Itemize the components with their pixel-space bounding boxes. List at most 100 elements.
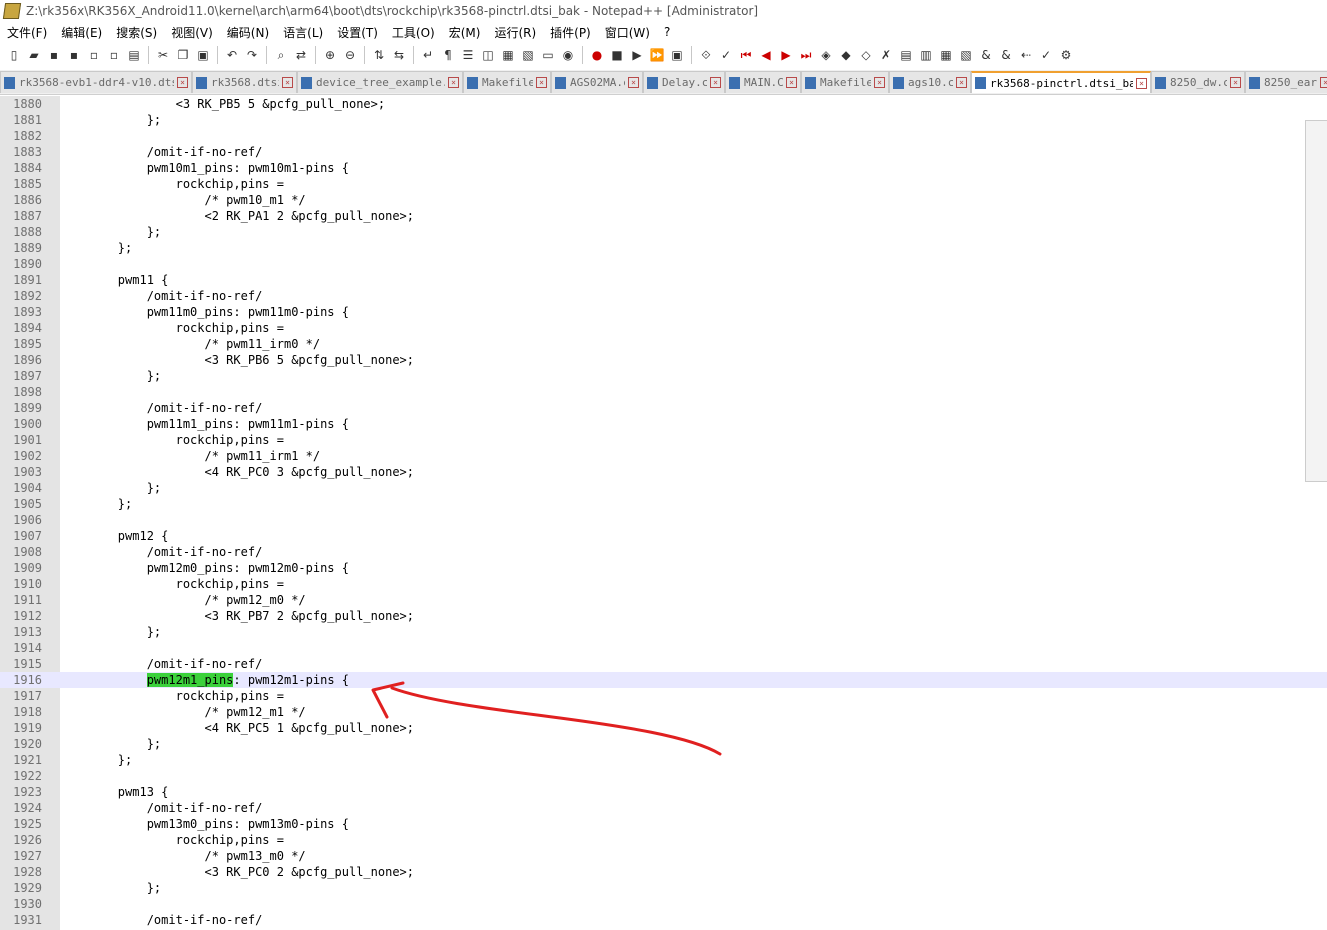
monitor-icon[interactable]: ◉ (560, 47, 576, 63)
tab-close-icon[interactable]: × (1136, 77, 1147, 89)
menu-item[interactable]: 搜索(S) (109, 24, 164, 41)
run-macro-multiple-icon[interactable]: ⏩ (649, 47, 665, 63)
plugin-icon-4[interactable]: ✗ (878, 47, 894, 63)
ampersand-icon[interactable]: & (978, 47, 994, 63)
toolbar-separator (266, 46, 267, 64)
new-file-icon[interactable]: ▯ (6, 47, 22, 63)
code-text: pwm12m0_pins: pwm12m0-pins { (60, 561, 349, 575)
tab-close-icon[interactable]: × (448, 77, 459, 88)
tab[interactable]: Makefile × (801, 71, 889, 93)
language-icon[interactable]: ◫ (480, 47, 496, 63)
code-line: 1914 (0, 640, 1327, 656)
settings-icon[interactable]: ⚙ (1058, 47, 1074, 63)
record-macro-icon[interactable]: ● (589, 47, 605, 63)
tab-close-icon[interactable]: × (1320, 77, 1327, 88)
tab-close-icon[interactable]: × (786, 77, 797, 88)
ampersand-strike-icon[interactable]: & (998, 47, 1014, 63)
window-title: Z:\rk356x\RK356X_Android11.0\kernel\arch… (26, 4, 759, 18)
sync-horizontal-icon[interactable]: ⇆ (391, 47, 407, 63)
save-all-icon[interactable]: ▪ (66, 47, 82, 63)
arrow-left-icon[interactable]: ⇠ (1018, 47, 1034, 63)
menu-item[interactable]: 宏(M) (442, 24, 488, 41)
print-icon[interactable]: ▤ (126, 47, 142, 63)
compare-icon[interactable]: ⟐ (698, 47, 714, 63)
editor[interactable]: 1880 <3 RK_PB5 5 &pcfg_pull_none>; 1881 }… (0, 96, 1327, 930)
replace-icon[interactable]: ⇄ (293, 47, 309, 63)
tab-label: rk3568-pinctrl.dtsi_bak (990, 76, 1133, 90)
tab-close-icon[interactable]: × (282, 77, 293, 88)
plugin-icon-2[interactable]: ◆ (838, 47, 854, 63)
open-file-icon[interactable]: ▰ (26, 47, 42, 63)
tab[interactable]: 8250_dw.c × (1151, 71, 1245, 93)
tab[interactable]: rk3568.dtsi × (192, 71, 297, 93)
indent-guide-icon[interactable]: ☰ (460, 47, 476, 63)
zoom-in-icon[interactable]: ⊕ (322, 47, 338, 63)
save-icon[interactable]: ▪ (46, 47, 62, 63)
close-icon[interactable]: ▫ (86, 47, 102, 63)
tab-close-icon[interactable]: × (177, 77, 188, 88)
menu-item[interactable]: 插件(P) (543, 24, 598, 41)
tab[interactable]: device_tree_example.c × (297, 71, 463, 93)
tab[interactable]: MAIN.C × (725, 71, 801, 93)
plugin-icon-6[interactable]: ▥ (918, 47, 934, 63)
code-text: <3 RK_PB6 5 &pcfg_pull_none>; (60, 353, 415, 367)
tab-close-icon[interactable]: × (628, 77, 639, 88)
next-diff-icon[interactable]: ▶ (778, 47, 794, 63)
tab-close-icon[interactable]: × (956, 77, 967, 88)
folder-workspace-icon[interactable]: ▭ (540, 47, 556, 63)
close-all-icon[interactable]: ▫ (106, 47, 122, 63)
last-diff-icon[interactable]: ⏭ (798, 47, 814, 63)
check-arrow-icon[interactable]: ✓ (1038, 47, 1054, 63)
menu-item[interactable]: 编码(N) (220, 24, 276, 41)
plugin-icon-5[interactable]: ▤ (898, 47, 914, 63)
menu-item[interactable]: ? (657, 25, 677, 39)
redo-icon[interactable]: ↷ (244, 47, 260, 63)
tab[interactable]: Delay.c × (643, 71, 725, 93)
code-line: 1915 /omit-if-no-ref/ (0, 656, 1327, 672)
tab-active[interactable]: rk3568-pinctrl.dtsi_bak × (971, 71, 1151, 93)
tab[interactable]: ags10.c × (889, 71, 971, 93)
tab-close-icon[interactable]: × (1230, 77, 1241, 88)
word-wrap-icon[interactable]: ↵ (420, 47, 436, 63)
undo-icon[interactable]: ↶ (224, 47, 240, 63)
cut-icon[interactable]: ✂ (155, 47, 171, 63)
play-macro-icon[interactable]: ▶ (629, 47, 645, 63)
show-all-chars-icon[interactable]: ¶ (440, 47, 456, 63)
sync-vertical-icon[interactable]: ⇅ (371, 47, 387, 63)
menu-item[interactable]: 视图(V) (164, 24, 220, 41)
tab[interactable]: 8250_early× (1245, 71, 1327, 93)
plugin-icon-7[interactable]: ▦ (938, 47, 954, 63)
plugin-icon-3[interactable]: ◇ (858, 47, 874, 63)
paste-icon[interactable]: ▣ (195, 47, 211, 63)
tab-close-icon[interactable]: × (710, 77, 721, 88)
function-list-icon[interactable]: ▧ (520, 47, 536, 63)
save-macro-icon[interactable]: ▣ (669, 47, 685, 63)
stop-macro-icon[interactable]: ■ (609, 47, 625, 63)
line-number: 1907 (13, 529, 42, 543)
tab[interactable]: AGS02MA.c × (551, 71, 643, 93)
menu-item[interactable]: 语言(L) (276, 24, 330, 41)
doc-map-icon[interactable]: ▦ (500, 47, 516, 63)
code-line: 1908 /omit-if-no-ref/ (0, 544, 1327, 560)
plugin-icon-1[interactable]: ◈ (818, 47, 834, 63)
menu-item[interactable]: 编辑(E) (54, 24, 109, 41)
menu-item[interactable]: 工具(O) (385, 24, 442, 41)
tab[interactable]: Makefile × (463, 71, 551, 93)
menu-item[interactable]: 窗口(W) (598, 24, 657, 41)
menu-item[interactable]: 设置(T) (330, 24, 385, 41)
first-diff-icon[interactable]: ⏮ (738, 47, 754, 63)
check-icon[interactable]: ✓ (718, 47, 734, 63)
find-panel-partial[interactable] (1305, 120, 1327, 482)
zoom-out-icon[interactable]: ⊖ (342, 47, 358, 63)
plugin-icon-8[interactable]: ▧ (958, 47, 974, 63)
find-icon[interactable]: ⌕ (273, 47, 289, 63)
copy-icon[interactable]: ❐ (175, 47, 191, 63)
code-line: 1905 }; (0, 496, 1327, 512)
menu-item[interactable]: 运行(R) (487, 24, 543, 41)
prev-diff-icon[interactable]: ◀ (758, 47, 774, 63)
menu-item[interactable]: 文件(F) (0, 24, 54, 41)
tab-close-icon[interactable]: × (536, 77, 547, 88)
notepad-app-icon (2, 3, 22, 19)
tab[interactable]: rk3568-evb1-ddr4-v10.dtsi × (0, 71, 192, 93)
tab-close-icon[interactable]: × (874, 77, 885, 88)
